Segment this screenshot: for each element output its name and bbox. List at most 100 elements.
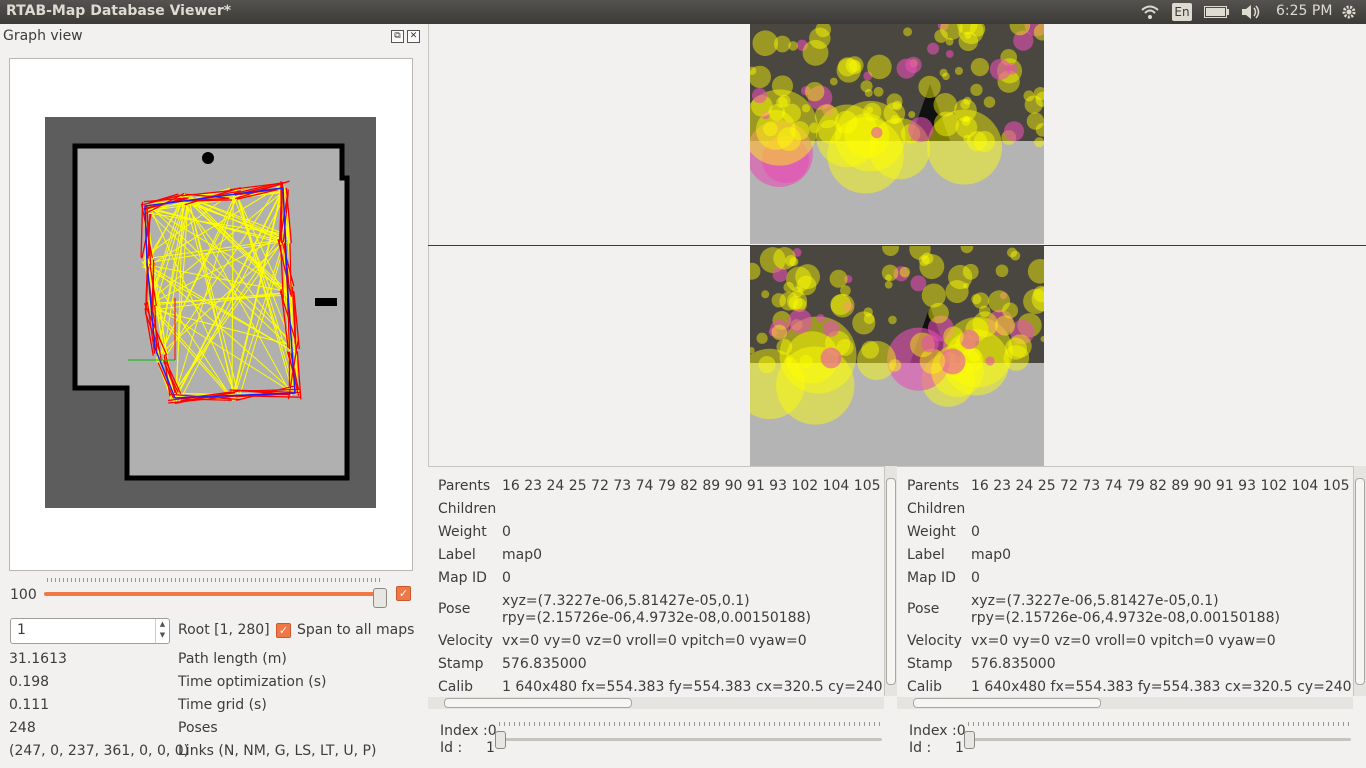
info-value: xyz=(7.3227e-06,5.81427e-05,0.1) xyxy=(502,593,750,609)
stat-label: Links (N, NM, G, LS, LT, U, P) xyxy=(178,743,377,759)
spin-arrows-icon[interactable]: ▲ ▼ xyxy=(155,619,169,643)
volume-icon[interactable] xyxy=(1240,4,1262,20)
horizontal-scrollbar[interactable] xyxy=(897,697,1353,709)
scroll-thumb[interactable] xyxy=(913,698,1101,708)
scroll-thumb[interactable] xyxy=(444,698,632,708)
info-key: Calib xyxy=(438,679,474,695)
index-label: Index :0 xyxy=(440,723,497,739)
feature-marker xyxy=(771,75,794,97)
feature-marker xyxy=(867,54,892,80)
feature-marker xyxy=(863,313,875,325)
feature-marker xyxy=(962,263,979,280)
scale-slider-handle[interactable] xyxy=(373,588,387,608)
feature-marker xyxy=(967,348,982,362)
info-value: rpy=(2.15726e-06,4.9732e-08,0.00150188) xyxy=(971,610,1280,626)
info-value: 0 xyxy=(971,524,980,540)
info-key: Weight xyxy=(907,524,956,540)
scale-slider[interactable] xyxy=(44,592,384,596)
feature-marker xyxy=(954,66,963,76)
spinbox-value[interactable]: 1 xyxy=(17,622,26,638)
info-key: Label xyxy=(438,547,476,563)
span-all-maps-label[interactable]: Span to all maps xyxy=(297,622,414,638)
feature-marker xyxy=(801,104,811,113)
id-label: Id : xyxy=(909,740,932,756)
id-label: Id : xyxy=(440,740,463,756)
feature-marker xyxy=(884,280,893,289)
index-slider-ticks xyxy=(968,722,1350,726)
occupancy-map[interactable] xyxy=(35,58,385,518)
info-value: 576.835000 xyxy=(502,656,587,672)
close-icon[interactable]: ✕ xyxy=(407,30,420,43)
scroll-thumb[interactable] xyxy=(1355,478,1365,685)
feature-marker xyxy=(751,87,768,104)
feature-marker xyxy=(927,42,940,55)
index-slider-handle[interactable] xyxy=(964,731,975,749)
feature-marker xyxy=(905,56,922,74)
stat-value: 0.198 xyxy=(9,674,50,690)
feature-marker xyxy=(756,332,768,344)
feature-marker xyxy=(773,35,791,53)
feature-marker xyxy=(1006,247,1018,258)
index-slider[interactable] xyxy=(497,738,882,741)
feature-marker xyxy=(820,347,842,369)
info-key: Children xyxy=(438,501,497,517)
feature-marker xyxy=(816,314,825,323)
feature-marker xyxy=(943,326,964,347)
info-key: Calib xyxy=(907,679,943,695)
scale-slider-ticks xyxy=(47,578,381,582)
image-view-right[interactable] xyxy=(750,246,1044,466)
vertical-scrollbar[interactable] xyxy=(1353,466,1366,696)
root-id-spinbox[interactable]: 1 ▲ ▼ xyxy=(10,618,170,644)
info-value: 16 23 24 25 72 73 74 79 82 89 90 91 93 1… xyxy=(502,478,912,494)
feature-marker xyxy=(784,357,792,365)
checkbox-icon[interactable]: ✓ xyxy=(396,586,411,601)
feature-marker xyxy=(805,81,825,102)
gear-icon[interactable] xyxy=(1341,4,1357,20)
feature-marker xyxy=(970,83,983,96)
info-key: Pose xyxy=(438,601,471,617)
feature-marker xyxy=(970,57,989,77)
feature-marker xyxy=(860,80,873,93)
feature-marker xyxy=(921,334,939,353)
stat-label: Time grid (s) xyxy=(178,697,267,713)
feature-marker xyxy=(761,290,770,299)
battery-icon[interactable] xyxy=(1204,6,1230,18)
stat-value: 31.1613 xyxy=(9,651,67,667)
index-slider-ticks xyxy=(499,722,881,726)
feature-marker xyxy=(919,254,945,280)
id-value: 1 xyxy=(486,740,495,756)
feature-marker xyxy=(933,93,958,117)
info-key: Pose xyxy=(907,601,940,617)
feature-marker xyxy=(908,116,934,142)
feature-marker xyxy=(995,264,1009,278)
vertical-scrollbar[interactable] xyxy=(884,466,897,696)
float-icon[interactable]: ⧉ xyxy=(391,30,404,43)
info-key: Map ID xyxy=(907,570,956,586)
feature-marker xyxy=(861,340,880,359)
node-info-right[interactable]: Parents 16 23 24 25 72 73 74 79 82 89 90 … xyxy=(897,466,1366,697)
image-view-left[interactable] xyxy=(750,24,1044,244)
info-value: 576.835000 xyxy=(971,656,1056,672)
feature-marker xyxy=(985,356,995,366)
clock[interactable]: 6:25 PM xyxy=(1276,3,1332,19)
wifi-icon[interactable] xyxy=(1140,4,1160,20)
node-info-left[interactable]: Parents 16 23 24 25 72 73 74 79 82 89 90 … xyxy=(428,466,921,697)
info-key: Map ID xyxy=(438,570,487,586)
stat-label: Path length (m) xyxy=(178,651,287,667)
language-indicator[interactable]: En xyxy=(1172,3,1192,21)
neighbor-link xyxy=(280,181,283,244)
stat-value: (247, 0, 237, 361, 0, 0, 0) xyxy=(9,743,190,759)
feature-marker xyxy=(829,269,848,288)
span-all-maps-checkbox[interactable]: ✓ xyxy=(276,623,291,638)
feature-marker xyxy=(763,121,778,137)
feature-marker xyxy=(921,283,946,308)
index-slider[interactable] xyxy=(966,738,1351,741)
info-value: 0 xyxy=(502,524,511,540)
info-key: Velocity xyxy=(438,633,493,649)
feature-marker xyxy=(863,102,882,122)
info-value: 1 640x480 fx=554.383 fy=554.383 cx=320.5… xyxy=(502,679,921,695)
scroll-thumb[interactable] xyxy=(886,478,896,685)
horizontal-scrollbar[interactable] xyxy=(428,697,884,709)
stat-value: 0.111 xyxy=(9,697,50,713)
index-slider-handle[interactable] xyxy=(495,731,506,749)
